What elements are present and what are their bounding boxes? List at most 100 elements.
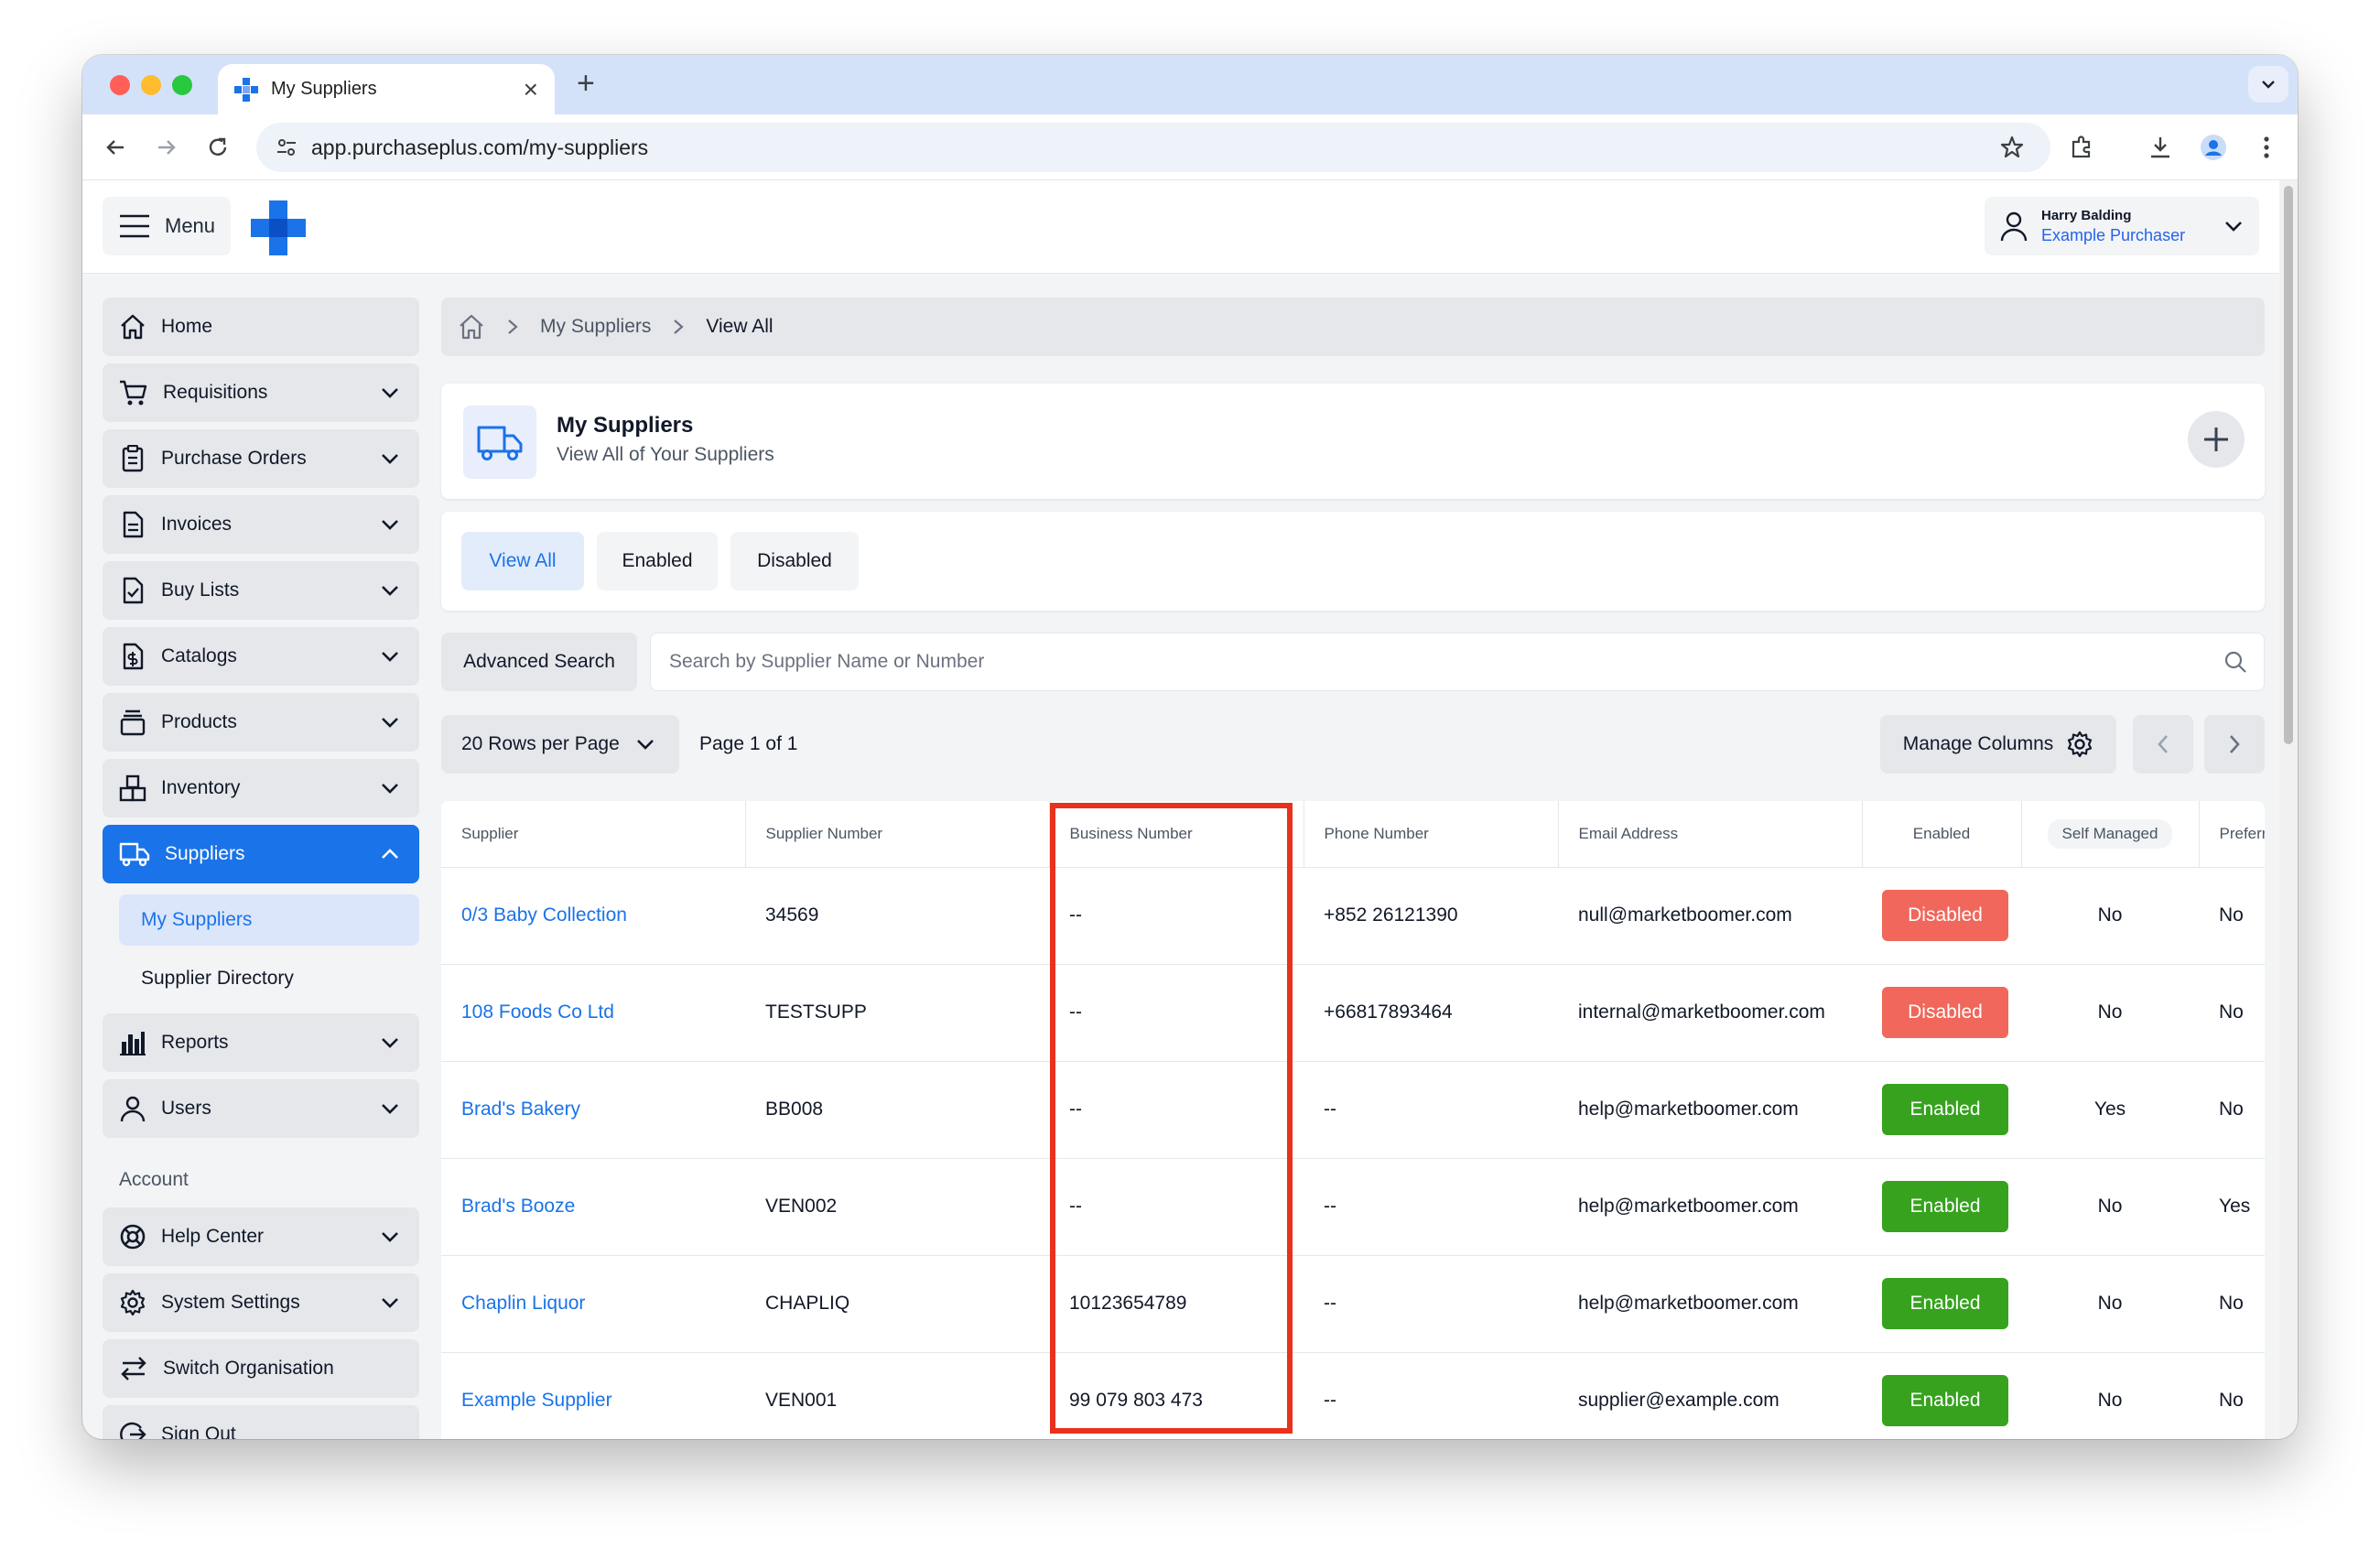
home-icon[interactable] (458, 313, 485, 341)
sidebar-item-catalogs[interactable]: Catalogs (103, 627, 419, 686)
browser-tab[interactable]: My Suppliers × (218, 64, 555, 114)
boxes-icon (119, 774, 146, 802)
favicon-icon (234, 77, 258, 102)
column-header-supplier-number[interactable]: Supplier Number (745, 801, 1050, 868)
status-badge[interactable]: Enabled (1882, 1181, 2008, 1232)
phone-number-cell: -- (1304, 1352, 1558, 1439)
supplier-name-link[interactable]: 108 Foods Co Ltd (441, 964, 745, 1062)
advanced-search-button[interactable]: Advanced Search (441, 633, 637, 691)
sidebar-item-label: Requisitions (163, 382, 268, 403)
sidebar-item-reports[interactable]: Reports (103, 1013, 419, 1072)
supplier-name-link[interactable]: Chaplin Liquor (441, 1255, 745, 1353)
breadcrumb-my-suppliers[interactable]: My Suppliers (540, 316, 651, 338)
supplier-name-link[interactable]: Brad's Bakery (441, 1061, 745, 1159)
preferred-cell: No (2199, 964, 2265, 1062)
status-badge[interactable]: Disabled (1882, 987, 2008, 1038)
close-window-button[interactable] (110, 75, 130, 95)
menu-button[interactable]: Menu (103, 197, 231, 255)
tab-title: My Suppliers (271, 79, 377, 99)
plus-icon (2204, 428, 2228, 451)
tab-enabled[interactable]: Enabled (597, 532, 718, 590)
column-header-preferred[interactable]: Preferred (2199, 801, 2265, 868)
tab-view-all[interactable]: View All (461, 532, 584, 590)
sidebar-item-label: Home (161, 316, 213, 337)
tab-close-button[interactable]: × (524, 76, 538, 103)
new-tab-button[interactable]: + (577, 66, 595, 102)
sidebar-item-label: Users (161, 1098, 211, 1119)
reload-button[interactable] (203, 133, 233, 162)
sidebar-item-label: Suppliers (165, 843, 245, 864)
tab-disabled[interactable]: Disabled (730, 532, 859, 590)
status-badge[interactable]: Enabled (1882, 1278, 2008, 1329)
purchaseplus-logo[interactable] (251, 200, 306, 260)
chevron-down-icon (2262, 81, 2275, 89)
supplier-name-link[interactable]: Example Supplier (441, 1352, 745, 1439)
chevron-down-icon (382, 1104, 398, 1114)
user-menu-button[interactable]: Harry Balding Example Purchaser (1985, 197, 2259, 255)
bookmark-button[interactable] (1997, 133, 2027, 162)
sidebar-item-products[interactable]: Products (103, 693, 419, 752)
extensions-button[interactable] (2067, 133, 2096, 162)
manage-columns-button[interactable]: Manage Columns (1880, 715, 2116, 774)
tab-search-button[interactable] (2248, 66, 2288, 103)
supplier-name-link[interactable]: 0/3 Baby Collection (441, 867, 745, 965)
downloads-button[interactable] (2146, 133, 2175, 162)
status-badge[interactable]: Enabled (1882, 1084, 2008, 1135)
column-header-phone-number[interactable]: Phone Number (1304, 801, 1559, 868)
sidebar-item-invoices[interactable]: Invoices (103, 495, 419, 554)
table-row: Example Supplier VEN001 99 079 803 473 -… (441, 1352, 2265, 1439)
sidebar-item-home[interactable]: Home (103, 298, 419, 356)
browser-menu-button[interactable] (2252, 133, 2281, 162)
search-input[interactable] (667, 650, 2223, 674)
sidebar-item-requisitions[interactable]: Requisitions (103, 363, 419, 422)
column-header-self-managed[interactable]: Self Managed (2021, 801, 2200, 868)
sidebar-item-buy-lists[interactable]: Buy Lists (103, 561, 419, 620)
sidebar-item-purchase-orders[interactable]: Purchase Orders (103, 429, 419, 488)
sidebar-item-inventory[interactable]: Inventory (103, 759, 419, 817)
add-supplier-button[interactable] (2188, 411, 2245, 468)
sidebar-item-label: Buy Lists (161, 579, 240, 601)
business-number-cell: 99 079 803 473 (1049, 1352, 1304, 1439)
sidebar-item-sign-out[interactable]: Sign Out (103, 1405, 419, 1439)
sidebar-item-users[interactable]: Users (103, 1079, 419, 1138)
page-scrollbar[interactable] (2279, 180, 2298, 1439)
url-bar[interactable]: app.purchaseplus.com/my-suppliers (256, 123, 2050, 172)
forward-button[interactable] (152, 133, 181, 162)
status-badge[interactable]: Disabled (1882, 890, 2008, 941)
sidebar-item-suppliers[interactable]: Suppliers (103, 825, 419, 883)
zoom-window-button[interactable] (172, 75, 192, 95)
rows-per-page-select[interactable]: 20 Rows per Page (441, 715, 679, 774)
sidebar-item-label: System Settings (161, 1292, 300, 1313)
sidebar-item-label: Invoices (161, 514, 233, 535)
app-header: Menu Harry Balding Example Purchaser (82, 180, 2279, 274)
column-header-enabled[interactable]: Enabled (1862, 801, 2022, 868)
supplier-number-cell: TESTSUPP (745, 964, 1049, 1062)
sidebar-subitem-supplier-directory[interactable]: Supplier Directory (119, 953, 419, 1004)
previous-page-button[interactable] (2133, 715, 2193, 774)
back-button[interactable] (101, 133, 130, 162)
page-subtitle: View All of Your Suppliers (557, 444, 774, 465)
next-page-button[interactable] (2204, 715, 2265, 774)
sidebar-item-help-center[interactable]: Help Center (103, 1207, 419, 1266)
sidebar-subitem-my-suppliers[interactable]: My Suppliers (119, 894, 419, 946)
site-settings-icon[interactable] (275, 135, 298, 159)
status-badge[interactable]: Enabled (1882, 1375, 2008, 1426)
home-icon (121, 314, 145, 340)
column-header-email-address[interactable]: Email Address (1558, 801, 1863, 868)
column-header-business-number[interactable]: Business Number (1049, 801, 1304, 868)
truck-icon (477, 426, 523, 460)
search-icon[interactable] (2223, 650, 2247, 674)
profile-button[interactable] (2199, 133, 2228, 162)
filter-card: View All Enabled Disabled (441, 512, 2265, 611)
url-text[interactable]: app.purchaseplus.com/my-suppliers (311, 135, 2050, 160)
sidebar-item-label: Reports (161, 1032, 229, 1053)
minimize-window-button[interactable] (141, 75, 161, 95)
sidebar-item-system-settings[interactable]: System Settings (103, 1273, 419, 1332)
supplier-name-link[interactable]: Brad's Booze (441, 1158, 745, 1256)
puzzle-icon (2072, 135, 2091, 158)
email-address-cell: help@marketboomer.com (1558, 1061, 1862, 1159)
column-header-supplier[interactable]: Supplier (441, 801, 746, 868)
sidebar-item-label: Switch Organisation (163, 1358, 334, 1379)
sidebar-item-switch-organisation[interactable]: Switch Organisation (103, 1339, 419, 1398)
scrollbar-thumb[interactable] (2284, 186, 2293, 744)
